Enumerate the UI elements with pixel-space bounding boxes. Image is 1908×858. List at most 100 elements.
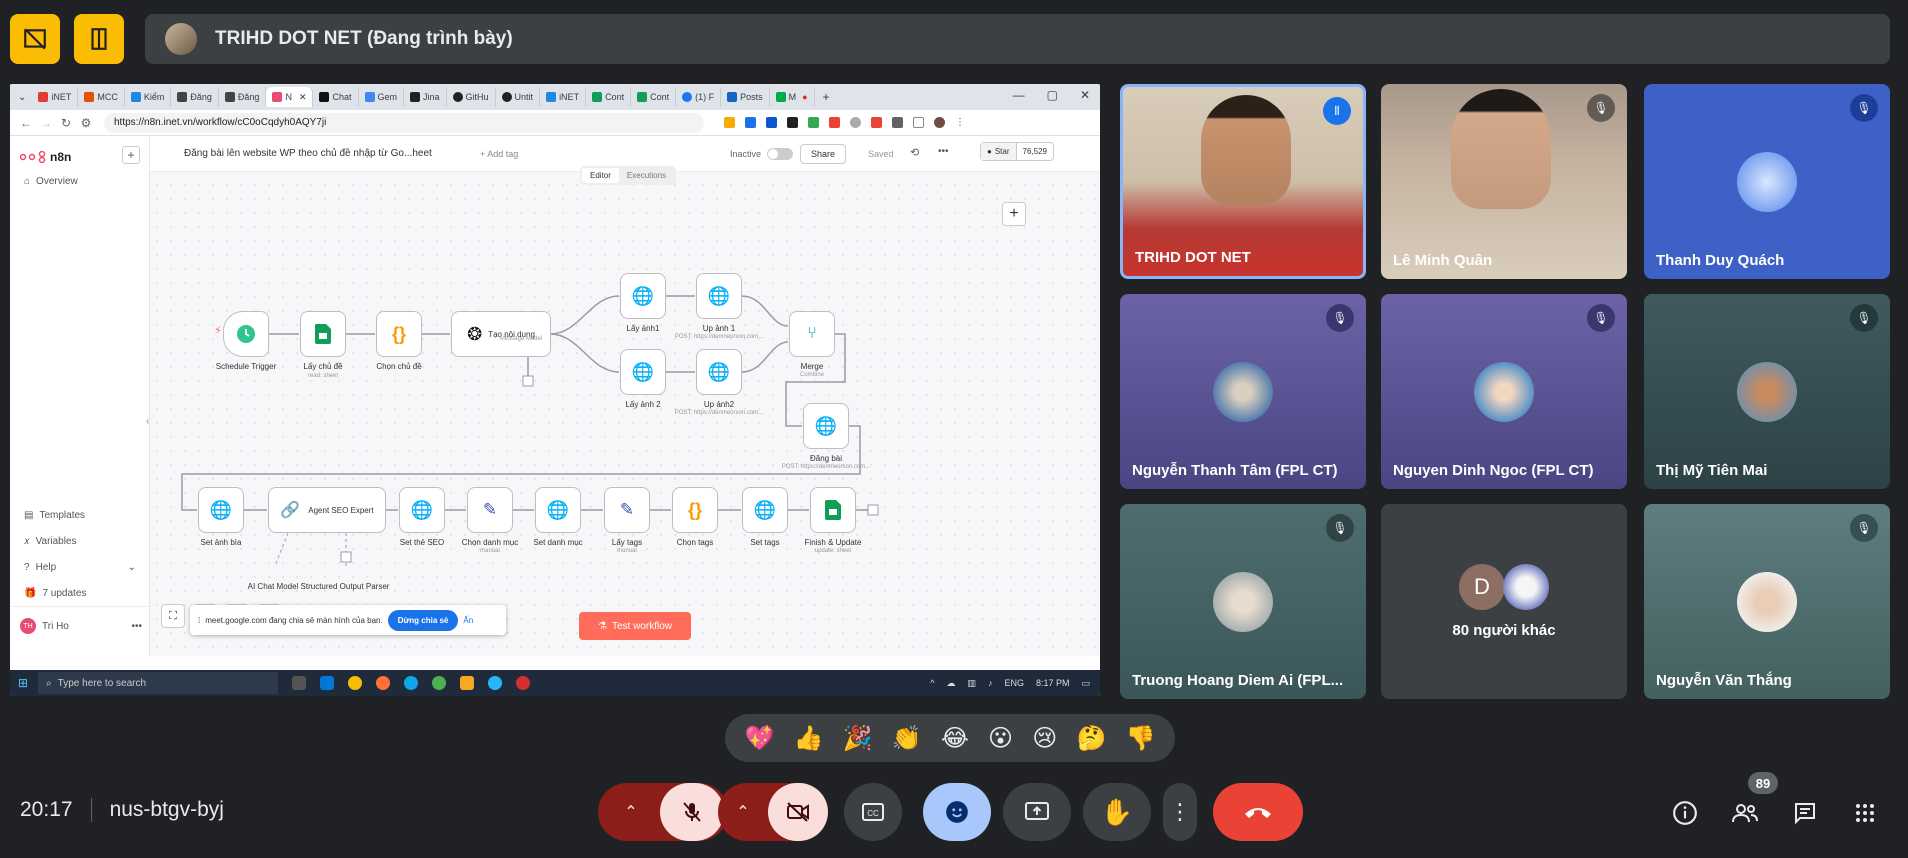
browser-tab-active[interactable]: N ✕ <box>266 87 314 107</box>
toggle-switch[interactable] <box>767 148 794 160</box>
node-set-anh-bia[interactable]: 🌐 <box>198 487 244 533</box>
sidebar-item-variables[interactable]: 𝑥 Variables <box>24 536 77 547</box>
more-options-button[interactable]: ⋮ <box>1163 783 1197 841</box>
node-agent-seo-expert[interactable]: 🔗 Agent SEO Expert <box>268 487 386 533</box>
participant-tile[interactable]: ⦀ TRIHD DOT NET <box>1120 84 1366 279</box>
browser-tab[interactable]: iNET <box>32 87 79 107</box>
workflow-canvas[interactable]: ⚡ Schedule Trigger Lấy chủ đề read: shee… <box>150 136 1100 656</box>
extension-icon[interactable] <box>829 117 840 128</box>
add-tag-link[interactable]: + Add tag <box>480 149 518 159</box>
extension-icon[interactable] <box>745 117 756 128</box>
reaction-party[interactable]: 🎉 <box>843 724 873 753</box>
browser-tab[interactable]: MCC <box>78 87 125 107</box>
raise-hand-button[interactable]: ✋ <box>1083 783 1151 841</box>
participant-tile[interactable]: 🎙 Nguyễn Văn Thắng <box>1644 504 1890 699</box>
profile-icon[interactable] <box>934 117 945 128</box>
tab-editor[interactable]: Editor <box>582 168 619 183</box>
share-button[interactable]: Share <box>800 144 847 164</box>
participant-tile[interactable]: 🎙 Nguyen Dinh Ngoc (FPL CT) <box>1381 294 1627 489</box>
tab-search-icon[interactable]: ⌄ <box>18 92 26 103</box>
user-menu[interactable]: TH Tri Ho ••• <box>20 618 142 634</box>
extension-icon[interactable] <box>787 117 798 128</box>
node-lay-anh-1[interactable]: 🌐 <box>620 273 666 319</box>
reload-icon[interactable]: ↻ <box>56 116 76 130</box>
more-options-icon[interactable]: ••• <box>938 146 949 157</box>
pin-layout-button[interactable] <box>74 14 124 64</box>
node-set-the-seo[interactable]: 🌐 <box>399 487 445 533</box>
captions-button[interactable]: CC <box>844 783 902 841</box>
firefox-icon[interactable] <box>376 676 391 690</box>
node-merge[interactable]: ⑂ <box>789 311 835 357</box>
node-lay-anh-2[interactable]: 🌐 <box>620 349 666 395</box>
reaction-surprised[interactable]: 😮 <box>988 724 1013 753</box>
participant-tile[interactable]: 🎙 Thị Mỹ Tiên Mai <box>1644 294 1890 489</box>
video-options-chevron-icon[interactable]: ⌃ <box>718 802 768 822</box>
browser-tab[interactable]: GitHu <box>447 87 496 107</box>
create-button[interactable]: + <box>122 146 140 164</box>
node-set-danh-muc[interactable]: 🌐 <box>535 487 581 533</box>
sidebar-item-overview[interactable]: ⌂ Overview <box>24 176 78 187</box>
notification-icon[interactable]: ▭ <box>1081 678 1090 689</box>
browser-tab[interactable]: iNET <box>540 87 587 107</box>
reaction-heart[interactable]: 💖 <box>745 724 775 753</box>
app-icon[interactable] <box>432 676 447 690</box>
browser-tab[interactable]: Cont <box>631 87 677 107</box>
node-set-tags[interactable]: 🌐 <box>742 487 788 533</box>
new-tab-button[interactable]: + <box>823 90 830 104</box>
sidebar-item-help[interactable]: ? Help ⌄ <box>24 562 136 573</box>
participant-tile[interactable]: 🎙 Lê Minh Quân <box>1381 84 1627 279</box>
telegram-icon[interactable] <box>488 676 503 690</box>
github-star-button[interactable]: ● Star 76,529 <box>980 142 1054 161</box>
site-info-icon[interactable]: ⚙ <box>76 116 96 130</box>
browser-tab[interactable]: Untit <box>496 87 541 107</box>
reaction-thumbs-up[interactable]: 👍 <box>794 724 824 753</box>
meeting-code[interactable]: nus-btgv-byj <box>110 798 224 822</box>
extension-icon[interactable] <box>871 117 882 128</box>
present-now-button[interactable] <box>1003 783 1071 841</box>
tab-executions[interactable]: Executions <box>619 168 674 183</box>
node-up-anh-2[interactable]: 🌐 <box>696 349 742 395</box>
node-schedule-trigger[interactable] <box>223 311 269 357</box>
clock[interactable]: 8:17 PM <box>1036 678 1070 688</box>
network-icon[interactable]: ▥ <box>967 678 976 689</box>
node-chon-danh-muc[interactable]: ✎ <box>467 487 513 533</box>
menu-kebab-icon[interactable]: ⋮ <box>955 117 965 128</box>
hide-notice-button[interactable]: Ẩn <box>463 616 473 625</box>
extension-icon[interactable] <box>850 117 861 128</box>
history-icon[interactable]: ⟲ <box>910 146 919 159</box>
fit-view-icon[interactable]: ⛶ <box>161 604 185 628</box>
reactions-button[interactable] <box>923 783 991 841</box>
participant-tile[interactable]: 🎙 Truong Hoang Diem Ai (FPL... <box>1120 504 1366 699</box>
reaction-thumbs-down[interactable]: 👎 <box>1126 724 1156 753</box>
active-toggle[interactable]: Inactive <box>730 148 794 160</box>
browser-tab[interactable]: (1) F <box>676 87 722 107</box>
chat-button[interactable] <box>1788 796 1822 830</box>
extension-icon[interactable] <box>808 117 819 128</box>
record-icon[interactable] <box>516 676 531 690</box>
volume-icon[interactable]: ♪ <box>988 678 993 688</box>
collapse-chevron-icon[interactable]: ‹ <box>146 416 149 427</box>
windows-start-icon[interactable]: ⊞ <box>18 676 28 690</box>
outlook-icon[interactable] <box>320 676 335 690</box>
node-chon-chu-de[interactable]: {} <box>376 311 422 357</box>
browser-tab[interactable]: Chat <box>313 87 359 107</box>
node-lay-tags[interactable]: ✎ <box>604 487 650 533</box>
browser-tab[interactable]: Cont <box>586 87 632 107</box>
browser-tab[interactable]: Gem <box>359 87 405 107</box>
test-workflow-button[interactable]: ⚗ Test workflow <box>579 612 691 640</box>
tray-chevron-icon[interactable]: ^ <box>930 678 934 688</box>
chrome-icon[interactable] <box>348 676 363 690</box>
extension-icon[interactable] <box>766 117 777 128</box>
node-dang-bai[interactable]: 🌐 <box>803 403 849 449</box>
reaction-clap[interactable]: 👏 <box>892 724 922 753</box>
language-indicator[interactable]: ENG <box>1004 678 1024 688</box>
node-tao-noi-dung[interactable]: ❂ Tạo nội dung <box>451 311 551 357</box>
mic-toggle-button[interactable] <box>660 783 724 841</box>
sidebar-item-updates[interactable]: 🎁 7 updates <box>24 588 86 599</box>
meeting-details-button[interactable] <box>1668 796 1702 830</box>
address-bar[interactable]: https://n8n.inet.vn/workflow/cC0oCqdyh0A… <box>104 112 704 133</box>
camera-toggle-button[interactable] <box>768 783 828 841</box>
n8n-logo[interactable]: n8n <box>20 150 71 164</box>
reaction-sad[interactable]: 😢 <box>1032 724 1057 753</box>
participant-tile[interactable]: 🎙 Thanh Duy Quách <box>1644 84 1890 279</box>
